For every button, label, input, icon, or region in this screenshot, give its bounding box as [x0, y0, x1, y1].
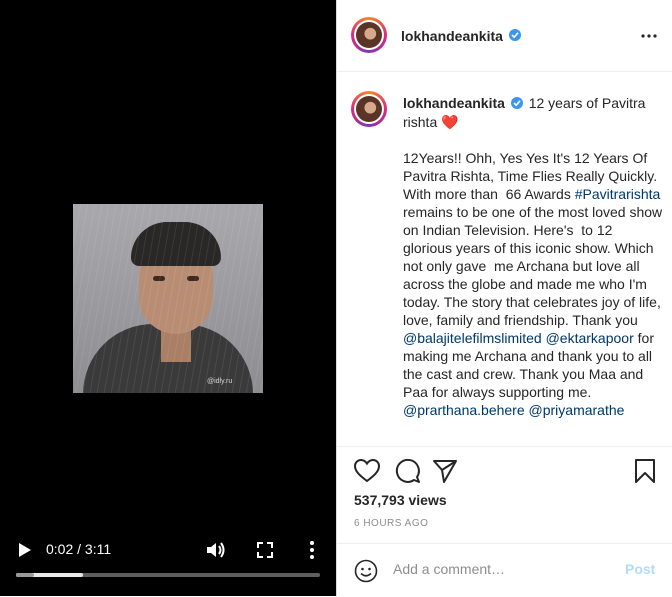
bookmark-icon[interactable] [631, 457, 659, 485]
mention-link[interactable]: @ektarkapoor [546, 330, 634, 346]
share-icon[interactable] [431, 457, 459, 485]
post-side-panel: lokhandeankita lokhandeankita 12 years o… [336, 0, 672, 596]
post-header: lokhandeankita [337, 0, 672, 72]
emoji-icon[interactable] [354, 559, 378, 583]
video-progress-bar[interactable] [16, 573, 320, 577]
video-time: 0:02 / 3:11 [46, 541, 112, 557]
hashtag-link[interactable]: #Pavitrarishta [575, 186, 661, 202]
caption-area[interactable]: lokhandeankita 12 years of Pavitra risht… [337, 72, 672, 447]
play-icon[interactable] [16, 542, 32, 558]
heart-emoji: ❤️ [441, 114, 459, 130]
video-player[interactable]: @idly.ru 0:02 / 3:11 [0, 0, 336, 596]
view-count[interactable]: 537,793 views [354, 492, 447, 508]
volume-icon[interactable] [206, 541, 226, 559]
post-button[interactable]: Post [625, 561, 655, 577]
comment-icon[interactable] [393, 457, 421, 485]
post-actions [337, 447, 672, 497]
caption-avatar[interactable] [351, 91, 387, 127]
video-watermark: @idly.ru [207, 378, 233, 385]
fullscreen-icon[interactable] [256, 541, 274, 559]
more-options-icon[interactable] [639, 32, 659, 40]
caption-username[interactable]: lokhandeankita [403, 95, 505, 111]
video-frame: @idly.ru [73, 204, 263, 393]
comment-bar: Post [337, 543, 672, 597]
caption-text: remains to be one of the most loved show… [403, 186, 669, 328]
frame-rain [73, 204, 263, 393]
comment-input[interactable] [393, 558, 613, 580]
mention-link[interactable]: @balajitelefilmslimited [403, 330, 542, 346]
heart-icon[interactable] [353, 457, 381, 485]
more-vertical-icon[interactable] [304, 540, 320, 560]
caption-body: 12Years!! Ohh, Yes Yes It's 12 Years Of … [403, 149, 665, 419]
mention-link[interactable]: @prarthana.behere [403, 402, 525, 418]
video-progress-buffered [16, 573, 35, 577]
post-timestamp[interactable]: 6 HOURS AGO [354, 518, 428, 529]
avatar[interactable] [351, 17, 387, 53]
verified-badge-icon [509, 29, 521, 41]
header-username[interactable]: lokhandeankita [401, 28, 503, 44]
verified-badge-icon [510, 97, 523, 109]
caption-headline: lokhandeankita 12 years of Pavitra risht… [403, 94, 665, 132]
mention-link[interactable]: @priyamarathe [529, 402, 625, 418]
video-controls: 0:02 / 3:11 [0, 536, 336, 596]
